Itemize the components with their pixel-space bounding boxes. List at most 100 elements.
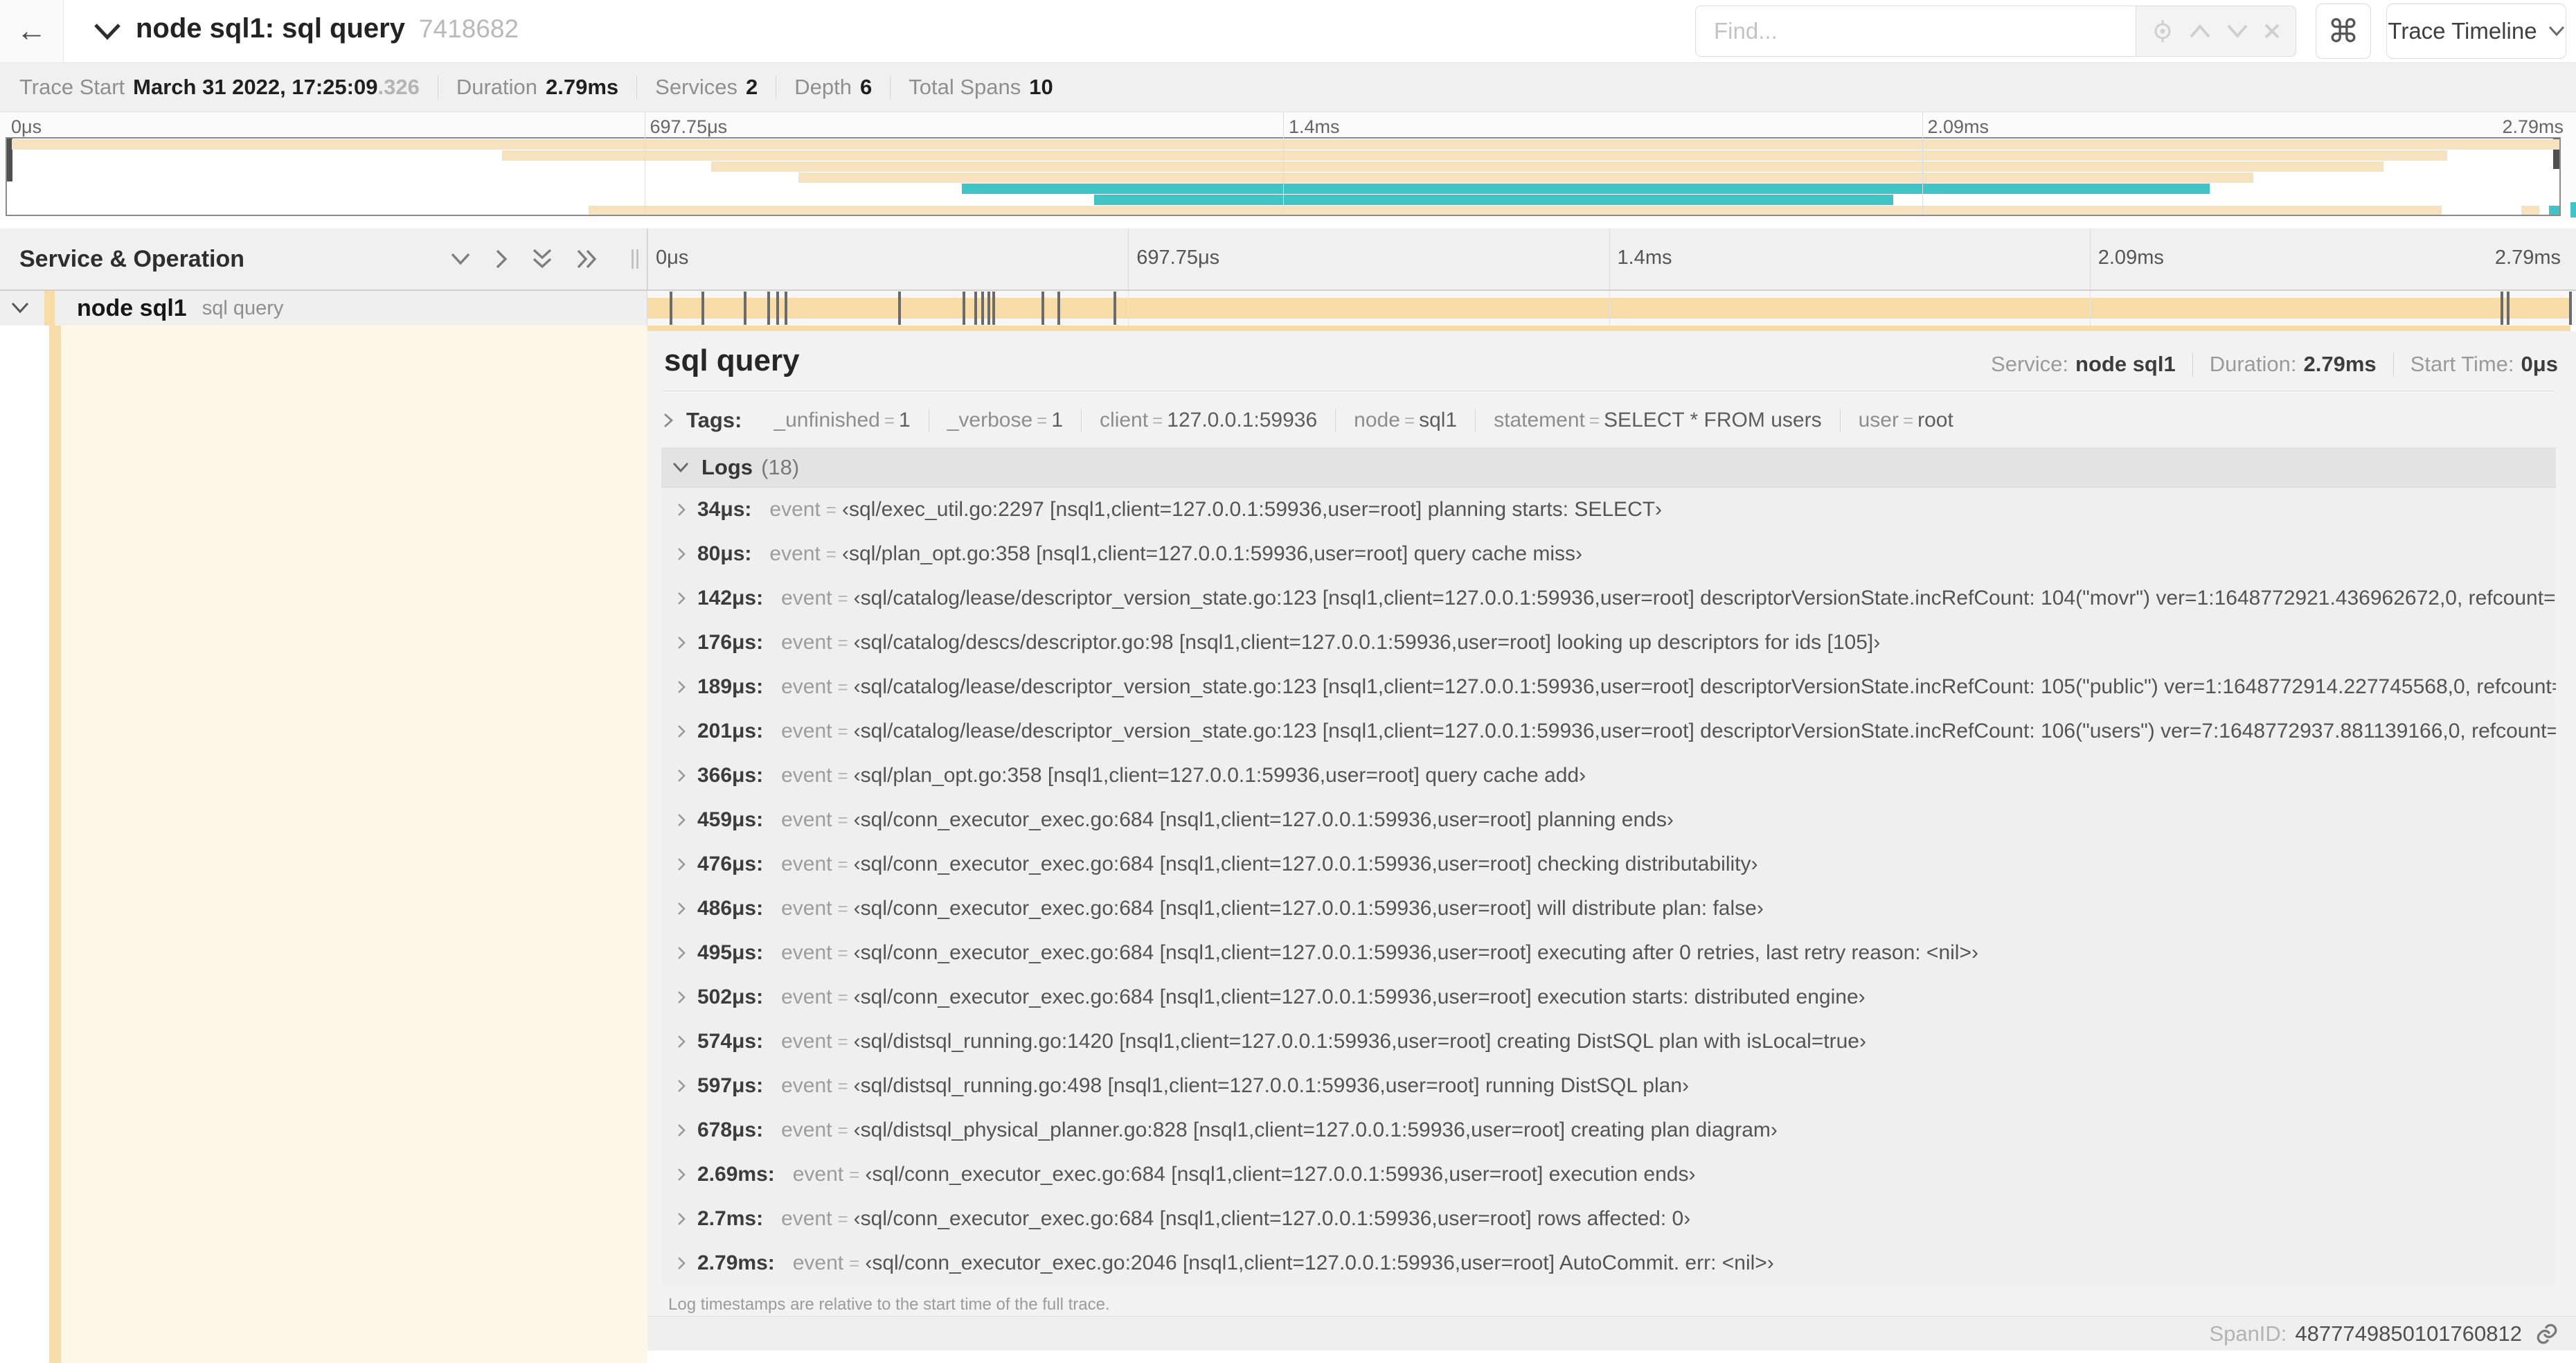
collapse-all-icon[interactable] bbox=[532, 248, 553, 270]
span-color-accent-strip bbox=[49, 326, 61, 1363]
span-row-timeline-cell[interactable] bbox=[647, 291, 2576, 326]
chevron-right-icon[interactable] bbox=[677, 1034, 686, 1049]
chevron-right-icon[interactable] bbox=[677, 1078, 686, 1094]
chevron-right-icon[interactable] bbox=[677, 768, 686, 783]
log-row[interactable]: 476μs: event = ‹sql/conn_executor_exec.go:6… bbox=[661, 842, 2556, 887]
collapse-one-icon[interactable] bbox=[450, 252, 471, 266]
chevron-right-icon[interactable] bbox=[677, 857, 686, 872]
chevron-right-icon[interactable] bbox=[677, 724, 686, 739]
log-row[interactable]: 142μs: event = ‹sql/catalog/lease/descripto… bbox=[661, 576, 2556, 621]
chevron-right-icon[interactable] bbox=[677, 591, 686, 606]
chevron-down-icon[interactable] bbox=[11, 302, 29, 314]
chevron-right-icon[interactable] bbox=[677, 901, 686, 916]
locate-icon[interactable] bbox=[2151, 19, 2174, 43]
log-row[interactable]: 80μs: event = ‹sql/plan_opt.go:358 [nsql1,c… bbox=[661, 532, 2556, 576]
log-event-tick bbox=[992, 292, 995, 325]
log-timestamp: 502μs: bbox=[697, 986, 764, 1008]
view-selector-dropdown[interactable]: Trace Timeline bbox=[2386, 3, 2566, 59]
log-row[interactable]: 366μs: event = ‹sql/plan_opt.go:358 [nsql1,… bbox=[661, 754, 2556, 798]
log-field-key: event bbox=[769, 498, 821, 521]
equals-sign: = bbox=[849, 1252, 860, 1274]
log-field-value: ‹sql/catalog/lease/descriptor_version_st… bbox=[853, 720, 2556, 742]
next-result-icon[interactable] bbox=[2226, 24, 2248, 39]
tag-item[interactable]: node = sql1 bbox=[1335, 409, 1475, 432]
chevron-right-icon[interactable] bbox=[677, 1211, 686, 1227]
log-event-tick bbox=[1057, 292, 1061, 325]
back-button[interactable]: ← bbox=[0, 0, 64, 62]
collapse-trace-button[interactable] bbox=[91, 15, 123, 47]
log-field-value: ‹sql/plan_opt.go:358 [nsql1,client=127.0… bbox=[841, 542, 1582, 565]
log-row[interactable]: 459μs: event = ‹sql/conn_executor_exec.go:6… bbox=[661, 798, 2556, 842]
column-resizer-handle[interactable] bbox=[632, 249, 641, 277]
log-row[interactable]: 597μs: event = ‹sql/distsql_running.go:498 … bbox=[661, 1064, 2556, 1108]
chevron-right-icon[interactable] bbox=[677, 1256, 686, 1271]
tag-value: root bbox=[1917, 409, 1953, 431]
divider bbox=[2192, 353, 2193, 376]
keyboard-shortcuts-button[interactable]: ⌘ bbox=[2316, 3, 2371, 59]
expand-all-icon[interactable] bbox=[576, 249, 598, 269]
find-tools bbox=[2136, 6, 2296, 57]
log-field-key: event bbox=[792, 1251, 844, 1274]
log-field-value: ‹sql/conn_executor_exec.go:684 [nsql1,cl… bbox=[853, 853, 1758, 875]
log-row[interactable]: 201μs: event = ‹sql/catalog/lease/descripto… bbox=[661, 709, 2556, 754]
tag-item[interactable]: user = root bbox=[1839, 409, 1971, 432]
span-row: node sql1 sql query bbox=[0, 291, 2576, 326]
log-row[interactable]: 495μs: event = ‹sql/conn_executor_exec.go:6… bbox=[661, 931, 2556, 975]
chevron-right-icon[interactable] bbox=[677, 679, 686, 695]
span-detail-accent-line bbox=[647, 326, 2570, 331]
log-field-value: ‹sql/distsql_physical_planner.go:828 [ns… bbox=[853, 1119, 1778, 1141]
tag-item[interactable]: _unfinished = 1 bbox=[755, 409, 928, 432]
log-row[interactable]: 189μs: event = ‹sql/catalog/lease/descripto… bbox=[661, 665, 2556, 709]
link-icon[interactable] bbox=[2534, 1321, 2559, 1346]
logs-header[interactable]: Logs (18) bbox=[661, 447, 2556, 488]
log-row[interactable]: 2.79ms: event = ‹sql/conn_executor_exec.go:… bbox=[661, 1241, 2556, 1285]
minimap-tick-label: 2.79ms bbox=[2502, 116, 2564, 137]
span-detail-indent-area bbox=[61, 326, 647, 1363]
log-timestamp: 2.7ms: bbox=[697, 1207, 764, 1230]
chevron-down-icon bbox=[94, 24, 120, 40]
log-row[interactable]: 34μs: event = ‹sql/exec_util.go:2297 [nsql1… bbox=[661, 488, 2556, 532]
clear-find-icon[interactable] bbox=[2263, 22, 2281, 40]
chevron-right-icon[interactable] bbox=[677, 812, 686, 828]
log-event-tick bbox=[974, 292, 977, 325]
summary-label: Duration bbox=[456, 75, 537, 99]
equals-sign: = bbox=[825, 543, 837, 564]
tag-item[interactable]: statement = SELECT * FROM users bbox=[1475, 409, 1839, 432]
minimap-span bbox=[2549, 206, 2559, 215]
chevron-right-icon[interactable] bbox=[677, 635, 686, 650]
find-input[interactable] bbox=[1695, 6, 2136, 57]
log-row[interactable]: 176μs: event = ‹sql/catalog/descs/descripto… bbox=[661, 621, 2556, 665]
chevron-right-icon[interactable] bbox=[677, 945, 686, 961]
divider bbox=[2392, 353, 2394, 376]
log-row[interactable]: 2.69ms: event = ‹sql/conn_executor_exec.go:… bbox=[661, 1152, 2556, 1197]
log-row[interactable]: 2.7ms: event = ‹sql/conn_executor_exec.go:6… bbox=[661, 1197, 2556, 1241]
log-field-value: ‹sql/conn_executor_exec.go:684 [nsql1,cl… bbox=[853, 986, 1866, 1008]
log-row[interactable]: 574μs: event = ‹sql/distsql_running.go:1420… bbox=[661, 1019, 2556, 1064]
tag-item[interactable]: _verbose = 1 bbox=[928, 409, 1081, 432]
chevron-right-icon[interactable] bbox=[677, 1167, 686, 1182]
ruler-gridline bbox=[1609, 229, 1610, 289]
log-row[interactable]: 486μs: event = ‹sql/conn_executor_exec.go:6… bbox=[661, 887, 2556, 931]
span-row-name-cell[interactable]: node sql1 sql query bbox=[0, 291, 647, 326]
chevron-right-icon[interactable] bbox=[677, 502, 686, 517]
minimap-tick-label: 0μs bbox=[11, 116, 42, 137]
log-event-tick bbox=[1113, 292, 1116, 325]
chevron-right-icon[interactable] bbox=[677, 1123, 686, 1138]
log-event-tick bbox=[987, 292, 990, 325]
ruler-gridline bbox=[647, 229, 648, 289]
minimap-gridline bbox=[1283, 112, 1284, 215]
chevron-right-icon[interactable] bbox=[677, 546, 686, 562]
timeline-minimap[interactable]: 0μs 697.75μs 1.4ms 2.09ms 2.79ms bbox=[0, 112, 2576, 220]
span-detail-title: sql query bbox=[664, 344, 800, 377]
minimap-span bbox=[961, 184, 2210, 194]
prev-result-icon[interactable] bbox=[2189, 24, 2211, 39]
log-timestamp: 476μs: bbox=[697, 853, 764, 875]
chevron-right-icon[interactable] bbox=[677, 990, 686, 1005]
log-row[interactable]: 678μs: event = ‹sql/distsql_physical_planne… bbox=[661, 1108, 2556, 1152]
tag-item[interactable]: client = 127.0.0.1:59936 bbox=[1081, 409, 1335, 432]
ruler-tick-label: 697.75μs bbox=[1136, 247, 1220, 269]
log-timestamp: 459μs: bbox=[697, 808, 764, 831]
tags-section[interactable]: Tags: _unfinished = 1 _verbose = 1 client = 127.… bbox=[663, 400, 2555, 440]
expand-one-icon[interactable] bbox=[494, 249, 508, 269]
log-row[interactable]: 502μs: event = ‹sql/conn_executor_exec.go:6… bbox=[661, 975, 2556, 1019]
